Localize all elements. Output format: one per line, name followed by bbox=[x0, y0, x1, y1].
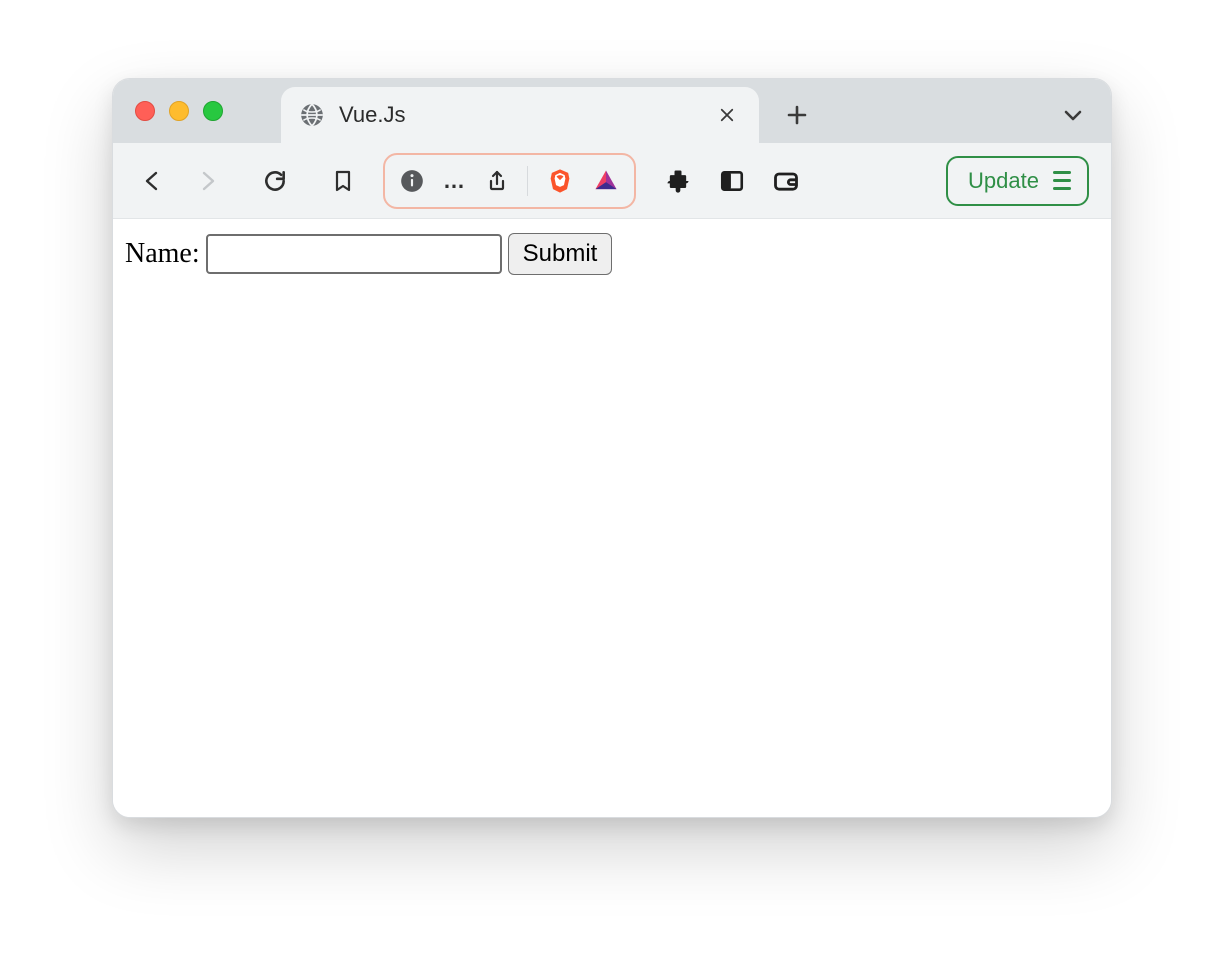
window-maximize-button[interactable] bbox=[203, 101, 223, 121]
address-bar-cluster[interactable]: … bbox=[383, 153, 636, 209]
page-content: Name: Submit bbox=[113, 219, 1111, 817]
globe-icon bbox=[299, 102, 325, 128]
forward-button[interactable] bbox=[185, 159, 229, 203]
tab-title: Vue.Js bbox=[339, 102, 699, 128]
window-controls bbox=[135, 101, 223, 121]
bookmark-button[interactable] bbox=[321, 159, 365, 203]
submit-button[interactable]: Submit bbox=[508, 233, 613, 275]
update-label: Update bbox=[968, 168, 1039, 194]
site-info-icon[interactable] bbox=[399, 168, 425, 194]
reload-button[interactable] bbox=[253, 159, 297, 203]
back-button[interactable] bbox=[131, 159, 175, 203]
wallet-button[interactable] bbox=[764, 159, 808, 203]
window-minimize-button[interactable] bbox=[169, 101, 189, 121]
brave-rewards-icon[interactable] bbox=[592, 167, 620, 195]
name-form: Name: Submit bbox=[125, 233, 1099, 275]
update-button[interactable]: Update bbox=[946, 156, 1089, 206]
browser-window: Vue.Js bbox=[112, 78, 1112, 818]
sidepanel-button[interactable] bbox=[710, 159, 754, 203]
tab-strip: Vue.Js bbox=[113, 79, 1111, 143]
name-input[interactable] bbox=[206, 234, 502, 274]
brave-shields-icon[interactable] bbox=[546, 167, 574, 195]
browser-toolbar: … bbox=[113, 143, 1111, 219]
extensions-button[interactable] bbox=[656, 159, 700, 203]
tabs-dropdown-button[interactable] bbox=[1057, 99, 1089, 131]
more-icon[interactable]: … bbox=[443, 168, 467, 194]
browser-tab[interactable]: Vue.Js bbox=[281, 87, 759, 143]
divider bbox=[527, 166, 528, 196]
share-icon[interactable] bbox=[485, 169, 509, 193]
menu-icon bbox=[1053, 171, 1071, 190]
tab-close-button[interactable] bbox=[713, 101, 741, 129]
window-close-button[interactable] bbox=[135, 101, 155, 121]
new-tab-button[interactable] bbox=[769, 87, 825, 143]
name-label: Name: bbox=[125, 238, 200, 270]
